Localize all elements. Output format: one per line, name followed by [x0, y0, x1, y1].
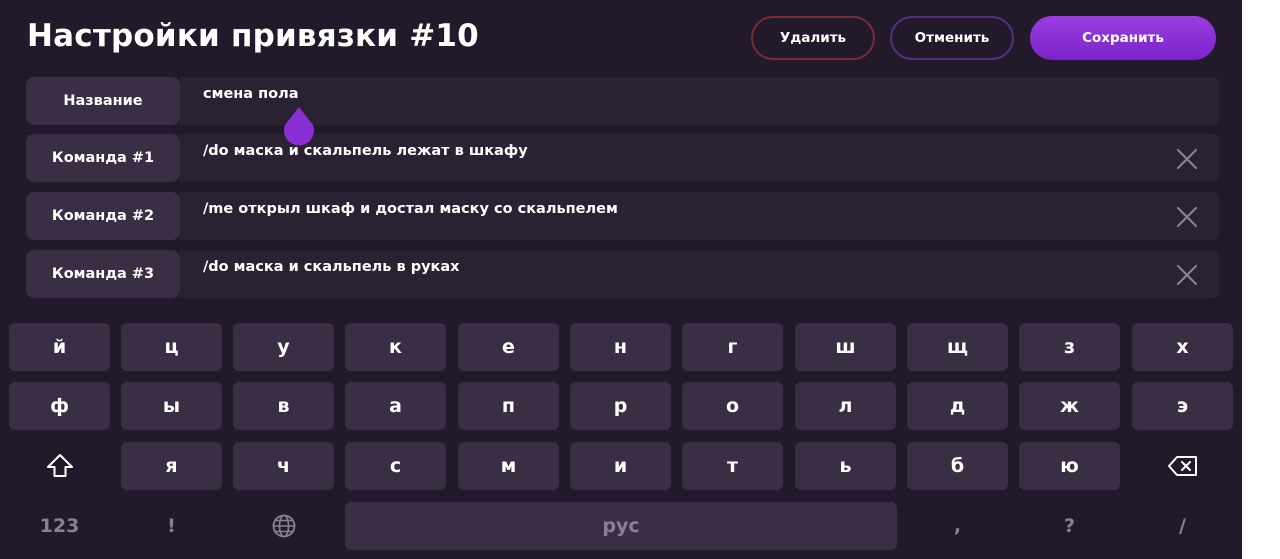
name-field[interactable]: смена пола	[180, 77, 1219, 125]
key-х[interactable]: х	[1132, 323, 1233, 371]
key-б[interactable]: б	[907, 442, 1008, 490]
key-ю[interactable]: ю	[1019, 442, 1120, 490]
delete-button[interactable]: Удалить	[751, 16, 875, 60]
command-value-1: /do маска и скальпель лежат в шкафу	[203, 143, 528, 159]
close-icon[interactable]	[1175, 147, 1199, 171]
command-value-2: /me открыл шкаф и достал маску со скальп…	[203, 201, 618, 217]
key-к[interactable]: к	[345, 323, 446, 371]
key-а[interactable]: а	[345, 382, 446, 430]
language-key[interactable]	[233, 502, 334, 550]
name-value: смена пола	[203, 86, 299, 102]
key-г[interactable]: г	[682, 323, 783, 371]
close-icon[interactable]	[1175, 205, 1199, 229]
virtual-keyboard: й ц у к е н г ш щ з х ф ы в а п р о л д …	[0, 314, 1242, 559]
key-м[interactable]: м	[458, 442, 559, 490]
command-label-2: Команда #2	[26, 192, 180, 240]
key-щ[interactable]: щ	[907, 323, 1008, 371]
name-label: Название	[26, 77, 180, 125]
key-ь[interactable]: ь	[795, 442, 896, 490]
backspace-icon	[1167, 456, 1197, 476]
command-row-3: Команда #3 /do маска и скальпель в руках	[26, 250, 1219, 298]
key-у[interactable]: у	[233, 323, 334, 371]
key-ч[interactable]: ч	[233, 442, 334, 490]
question-key[interactable]: ?	[1019, 502, 1120, 550]
key-д[interactable]: д	[907, 382, 1008, 430]
command-value-3: /do маска и скальпель в руках	[203, 259, 460, 275]
space-key[interactable]: рус	[345, 502, 897, 550]
command-label-3: Команда #3	[26, 250, 180, 298]
command-field-3[interactable]: /do маска и скальпель в руках	[180, 250, 1219, 298]
close-icon[interactable]	[1175, 263, 1199, 287]
key-е[interactable]: е	[458, 323, 559, 371]
comma-key[interactable]: ,	[907, 502, 1008, 550]
key-и[interactable]: и	[570, 442, 671, 490]
command-row-1: Команда #1 /do маска и скальпель лежат в…	[26, 134, 1219, 182]
key-й[interactable]: й	[9, 323, 110, 371]
page-title: Настройки привязки #10	[27, 18, 479, 54]
save-button[interactable]: Сохранить	[1030, 16, 1216, 60]
cancel-button[interactable]: Отменить	[890, 16, 1014, 60]
key-п[interactable]: п	[458, 382, 559, 430]
key-т[interactable]: т	[682, 442, 783, 490]
key-ц[interactable]: ц	[121, 323, 222, 371]
key-р[interactable]: р	[570, 382, 671, 430]
slash-key[interactable]: /	[1132, 502, 1233, 550]
text-cursor-handle-icon[interactable]	[281, 105, 317, 147]
command-label-1: Команда #1	[26, 134, 180, 182]
key-з[interactable]: з	[1019, 323, 1120, 371]
key-н[interactable]: н	[570, 323, 671, 371]
key-в[interactable]: в	[233, 382, 334, 430]
key-л[interactable]: л	[795, 382, 896, 430]
command-field-2[interactable]: /me открыл шкаф и достал маску со скальп…	[180, 192, 1219, 240]
key-с[interactable]: с	[345, 442, 446, 490]
key-о[interactable]: о	[682, 382, 783, 430]
backspace-key[interactable]	[1132, 442, 1233, 490]
key-ж[interactable]: ж	[1019, 382, 1120, 430]
shift-icon	[46, 454, 73, 477]
app-screen: Настройки привязки #10 Удалить Отменить …	[0, 0, 1242, 559]
exclamation-key[interactable]: !	[121, 502, 222, 550]
key-ш[interactable]: ш	[795, 323, 896, 371]
shift-key[interactable]	[9, 442, 110, 490]
command-row-2: Команда #2 /me открыл шкаф и достал маск…	[26, 192, 1219, 240]
key-э[interactable]: э	[1132, 382, 1233, 430]
key-я[interactable]: я	[121, 442, 222, 490]
key-ы[interactable]: ы	[121, 382, 222, 430]
key-ф[interactable]: ф	[9, 382, 110, 430]
globe-icon	[272, 514, 295, 538]
command-field-1[interactable]: /do маска и скальпель лежат в шкафу	[180, 134, 1219, 182]
numbers-key[interactable]: 123	[9, 502, 110, 550]
name-row: Название смена пола	[26, 77, 1219, 125]
